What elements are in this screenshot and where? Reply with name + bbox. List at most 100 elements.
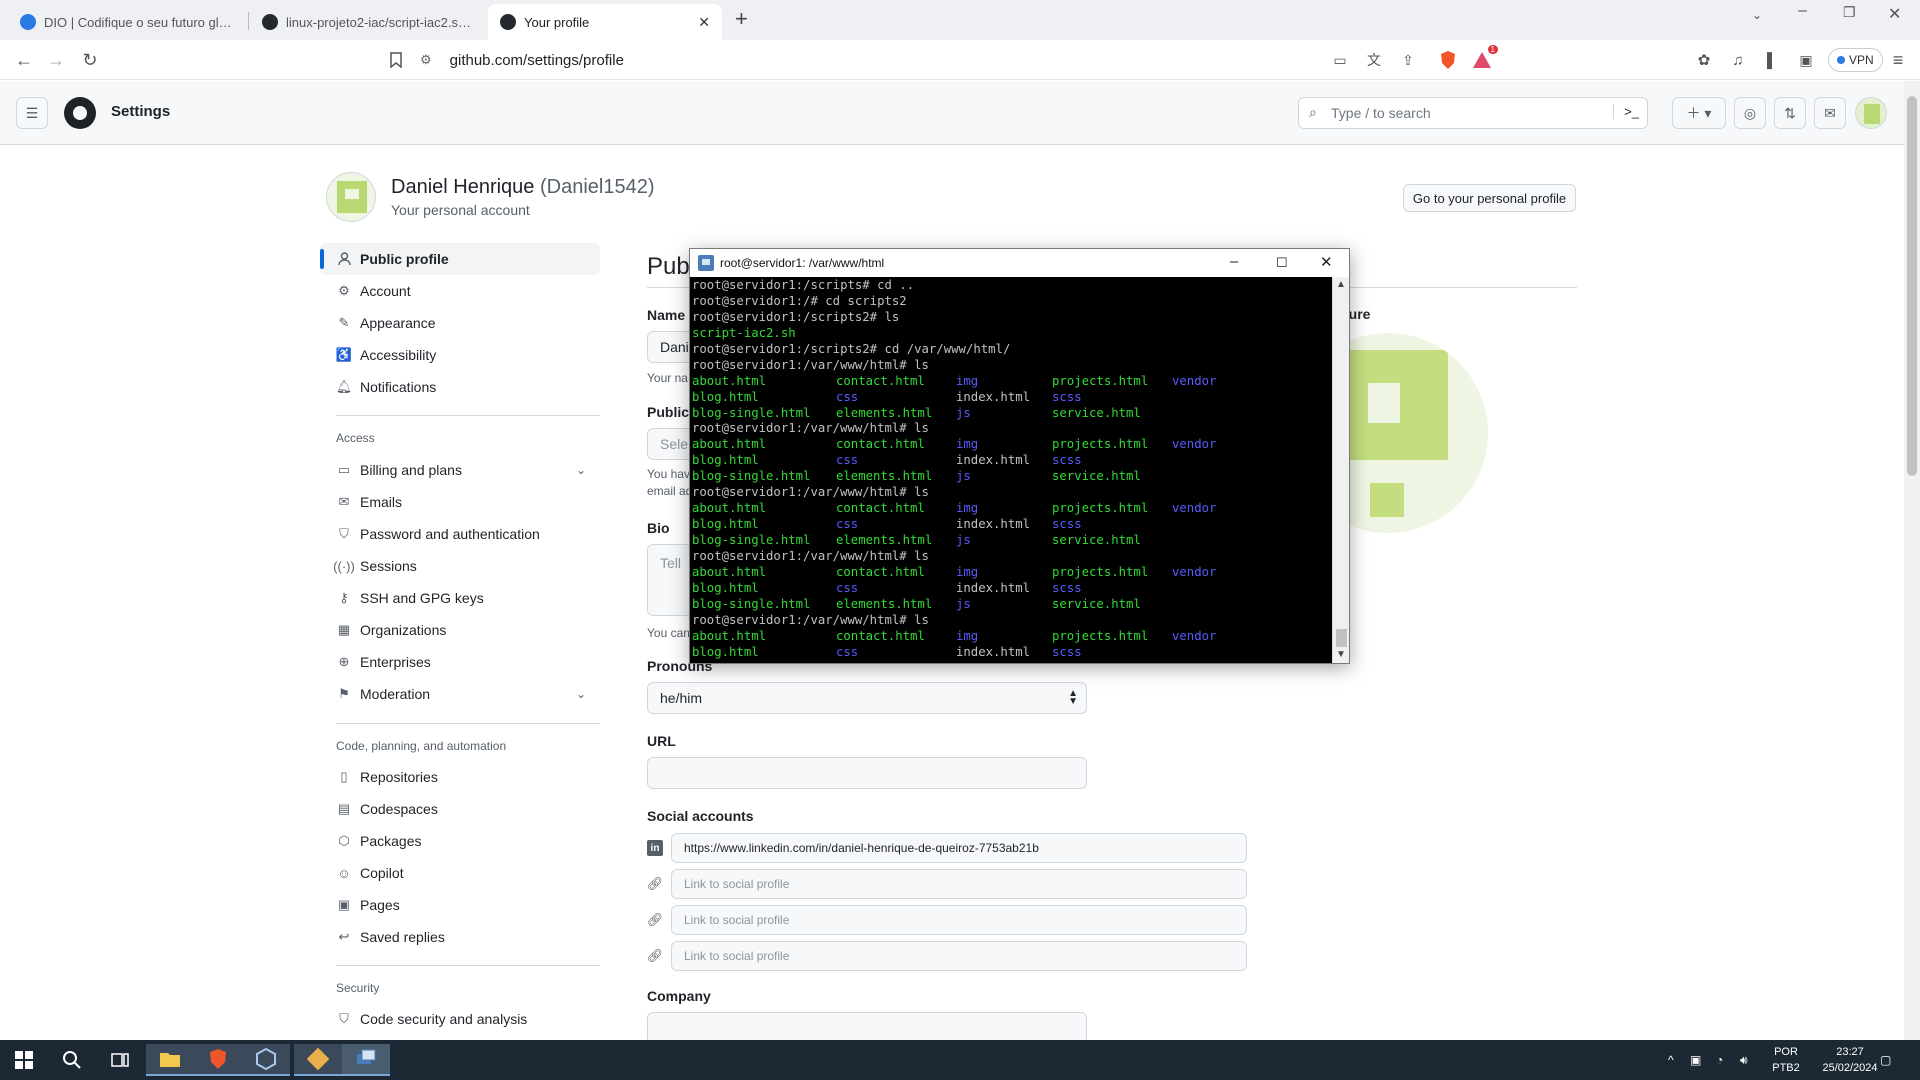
sidebar-item-packages[interactable]: ⬡ Packages: [320, 825, 600, 857]
minimize-icon[interactable]: –: [1230, 253, 1238, 270]
scroll-up-icon[interactable]: ▲: [1336, 279, 1346, 290]
search-input[interactable]: ⌕ Type / to search >_: [1298, 97, 1648, 129]
social-link-field[interactable]: Link to social profile: [671, 905, 1247, 935]
new-tab-icon[interactable]: +: [735, 8, 748, 30]
putty-taskbar-icon[interactable]: [342, 1044, 390, 1076]
extensions-icon[interactable]: ✿: [1692, 48, 1716, 72]
github-logo-icon[interactable]: [64, 97, 96, 129]
brave-shield-icon[interactable]: [1436, 48, 1460, 72]
sidebar-item-label: Moderation: [360, 686, 431, 702]
command-palette-icon[interactable]: >_: [1613, 104, 1639, 119]
sidebar-item-ssh-keys[interactable]: ⚷ SSH and GPG keys: [320, 582, 600, 614]
browser-tab-github-script[interactable]: linux-projeto2-iac/script-iac2.sh at m: [250, 4, 486, 40]
sidebar-item-enterprises[interactable]: ⊕ Enterprises: [320, 646, 600, 678]
sidebar-item-codespaces[interactable]: ▤ Codespaces: [320, 793, 600, 825]
language-indicator[interactable]: POR PTB2: [1766, 1044, 1806, 1076]
volume-icon[interactable]: 🔊︎: [1740, 1040, 1748, 1080]
close-window-icon[interactable]: ✕: [1320, 253, 1333, 271]
terminal-command: root@servidor1:/scripts2# ls: [692, 309, 900, 324]
restore-icon[interactable]: ❐: [1843, 4, 1856, 21]
bookmark-icon[interactable]: [384, 48, 408, 72]
sidebar-item-copilot[interactable]: ☺ Copilot: [320, 857, 600, 889]
sidebar-item-sessions[interactable]: ((·)) Sessions: [320, 550, 600, 582]
terminal-directory-name: js: [956, 533, 971, 547]
pronouns-select[interactable]: he/him ▲ ▼: [647, 682, 1087, 714]
vpn-button[interactable]: VPN: [1828, 48, 1883, 72]
terminal-scrollbar[interactable]: ▲ ▼: [1332, 277, 1349, 663]
virtualbox-icon[interactable]: [242, 1044, 290, 1076]
app-icon[interactable]: [294, 1044, 342, 1076]
brave-rewards-icon[interactable]: 1: [1470, 45, 1498, 72]
terminal-directory-name: js: [956, 596, 971, 611]
sidebar-item-organizations[interactable]: ▦ Organizations: [320, 614, 600, 646]
maximize-icon[interactable]: ☐: [1276, 255, 1288, 271]
sidebar-item-password[interactable]: ⛉ Password and authentication: [320, 518, 600, 550]
chevron-down-icon[interactable]: ⌄: [576, 463, 586, 477]
page-scrollbar-thumb[interactable]: [1907, 96, 1917, 476]
terminal-directory-name: scss: [1052, 517, 1082, 532]
sidebar-item-public-profile[interactable]: Public profile: [320, 243, 600, 275]
issues-icon[interactable]: ◎: [1734, 97, 1766, 129]
chevron-down-icon[interactable]: ⌄: [576, 687, 586, 701]
sidebar-item-billing[interactable]: ▭ Billing and plans ⌄: [320, 454, 600, 486]
browser-tab-dio[interactable]: DIO | Codifique o seu futuro global a: [8, 4, 246, 40]
social-link-field[interactable]: https://www.linkedin.com/in/daniel-henri…: [671, 833, 1247, 863]
sidebar-item-saved-replies[interactable]: ↩ Saved replies: [320, 921, 600, 953]
browser-tab-your-profile[interactable]: Your profile ✕: [488, 4, 722, 40]
hamburger-menu-icon[interactable]: ☰: [16, 97, 48, 129]
terminal-scrollbar-thumb[interactable]: [1336, 629, 1347, 647]
back-icon[interactable]: ←: [12, 48, 36, 72]
brave-browser-icon[interactable]: [194, 1044, 242, 1076]
terminal-line: blog.html css index.html scss: [692, 581, 1330, 597]
sidebar-item-notifications[interactable]: 🔔︎ Notifications: [320, 371, 600, 403]
notification-center-icon[interactable]: ▢: [1880, 1040, 1891, 1080]
sidebar-item-repositories[interactable]: ▯ Repositories: [320, 761, 600, 793]
site-info-icon[interactable]: ⚙: [420, 52, 432, 68]
putty-terminal-window[interactable]: root@servidor1: /var/www/html – ☐ ✕ root…: [689, 248, 1350, 664]
pull-requests-icon[interactable]: ⇅: [1774, 97, 1806, 129]
terminal-line: blog.html css index.html scss: [692, 453, 1330, 469]
wifi-icon[interactable]: ◔: [1716, 1040, 1723, 1080]
sidebar-item-account[interactable]: ⚙ Account: [320, 275, 600, 307]
forward-icon[interactable]: →: [44, 48, 68, 72]
translate-icon[interactable]: 文: [1362, 48, 1386, 72]
sidebar-icon[interactable]: ▌: [1760, 48, 1784, 72]
menu-icon[interactable]: ≡: [1886, 48, 1910, 72]
share-icon[interactable]: ⇪: [1396, 48, 1420, 72]
sidebar-item-moderation[interactable]: ⚑ Moderation ⌄: [320, 678, 600, 710]
create-new-button[interactable]: ＋ ▾: [1672, 97, 1726, 129]
terminal-directory-name: scss: [1052, 453, 1082, 468]
sidebar-item-label: Accessibility: [360, 347, 437, 363]
minimize-icon[interactable]: –: [1798, 2, 1807, 20]
social-link-field[interactable]: Link to social profile: [671, 869, 1247, 899]
network-status-icon[interactable]: ▣: [1690, 1040, 1701, 1080]
go-to-profile-button[interactable]: Go to your personal profile: [1403, 184, 1576, 212]
wallet-icon[interactable]: ▣: [1794, 48, 1818, 72]
media-icon[interactable]: ♫: [1726, 48, 1750, 72]
task-view-icon[interactable]: [96, 1044, 144, 1076]
search-taskbar-icon[interactable]: [48, 1044, 96, 1076]
sidebar-item-accessibility[interactable]: ♿ Accessibility: [320, 339, 600, 371]
sidebar-item-emails[interactable]: ✉ Emails: [320, 486, 600, 518]
cast-icon[interactable]: ▭: [1328, 48, 1352, 72]
reload-icon[interactable]: ↻: [78, 48, 102, 72]
url-field[interactable]: [647, 757, 1087, 789]
close-window-icon[interactable]: ✕: [1888, 4, 1901, 24]
terminal-output[interactable]: root@servidor1:/scripts# cd .. root@servi…: [690, 277, 1332, 663]
sidebar-group-code: Code, planning, and automation: [336, 739, 507, 753]
sidebar-item-code-security[interactable]: ⛉ Code security and analysis: [320, 1003, 600, 1035]
close-tab-icon[interactable]: ✕: [698, 14, 710, 31]
file-explorer-icon[interactable]: [146, 1044, 194, 1076]
terminal-file-name: blog.html: [692, 644, 759, 659]
putty-title-bar[interactable]: root@servidor1: /var/www/html – ☐ ✕: [690, 249, 1349, 277]
tab-search-chevron-icon[interactable]: ⌄: [1752, 8, 1762, 22]
start-button[interactable]: [0, 1044, 48, 1076]
sidebar-item-pages[interactable]: ▣ Pages: [320, 889, 600, 921]
clock[interactable]: 23:27 25/02/2024: [1818, 1044, 1882, 1076]
sidebar-item-appearance[interactable]: ✎ Appearance: [320, 307, 600, 339]
scroll-down-icon[interactable]: ▼: [1336, 649, 1346, 660]
user-avatar[interactable]: [1855, 97, 1887, 129]
social-link-field[interactable]: Link to social profile: [671, 941, 1247, 971]
inbox-icon[interactable]: ✉: [1814, 97, 1846, 129]
show-hidden-icons[interactable]: ^: [1668, 1040, 1674, 1080]
